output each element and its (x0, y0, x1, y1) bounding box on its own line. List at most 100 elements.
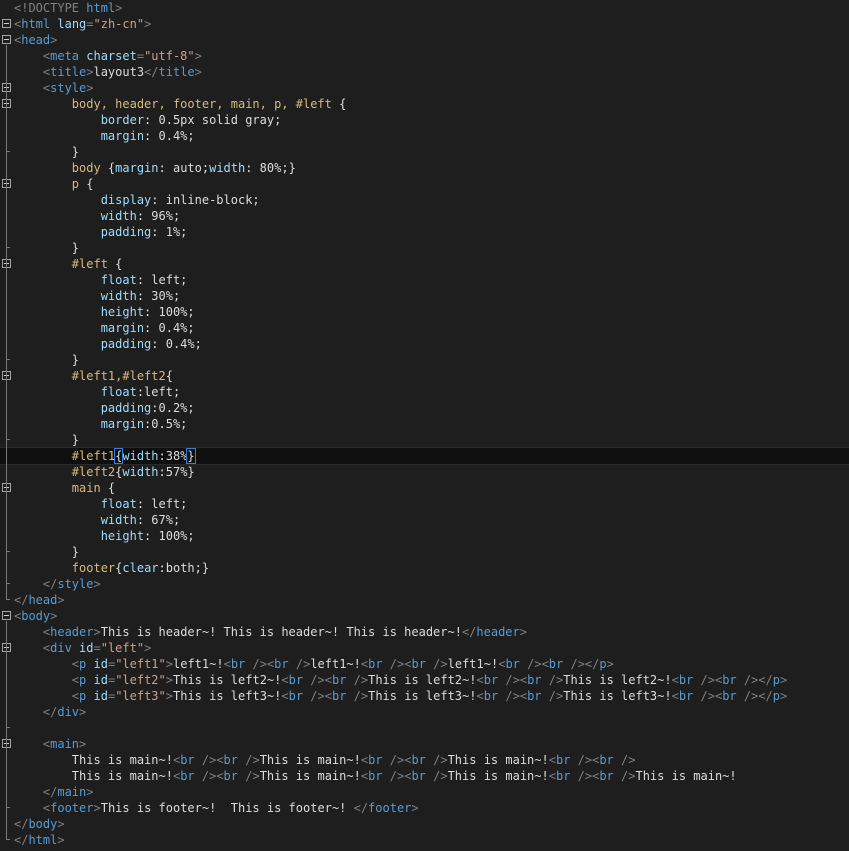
code-line[interactable]: This is main~!<br /><br />This is main~!… (0, 752, 849, 768)
code-line[interactable]: padding: 0.4%; (0, 336, 849, 352)
code-line[interactable]: } (0, 240, 849, 256)
code-token: This is main~! (635, 769, 737, 783)
code-token: This is main~! (447, 753, 549, 767)
code-line[interactable]: #left1,#left2{ (0, 368, 849, 384)
code-line[interactable]: <p id="left1">left1~!<br /><br />left1~!… (0, 656, 849, 672)
code-token: > (57, 817, 65, 831)
code-line[interactable]: <head> (0, 32, 849, 48)
code-token: : 30%; (136, 289, 181, 303)
code-text: </main> (14, 784, 94, 800)
code-line[interactable]: display: inline-block; (0, 192, 849, 208)
code-token: #left1,#left2 (14, 369, 166, 383)
code-line[interactable]: border: 0.5px solid gray; (0, 112, 849, 128)
code-token: :0.2%; (151, 401, 195, 415)
code-token: < (281, 689, 289, 703)
code-text: <header>This is header~! This is header~… (14, 624, 527, 640)
code-text: footer{clear:both;} (14, 560, 209, 576)
code-line[interactable]: <main> (0, 736, 849, 752)
code-token: p (772, 673, 780, 687)
code-line[interactable]: <p id="left2">This is left2~!<br /><br /… (0, 672, 849, 688)
code-line[interactable]: width: 96%; (0, 208, 849, 224)
code-line[interactable]: </html> (0, 832, 849, 848)
code-token: > (79, 737, 87, 751)
code-line[interactable]: #left { (0, 256, 849, 272)
code-token: padding (14, 401, 152, 415)
code-token: /> (288, 657, 311, 671)
code-line[interactable]: padding:0.2%; (0, 400, 849, 416)
code-token: { (107, 481, 116, 495)
code-line[interactable]: <title>layout3</title> (0, 64, 849, 80)
code-text: height: 100%; (14, 304, 195, 320)
code-text: display: inline-block; (14, 192, 260, 208)
code-token: This is left3~! (563, 689, 672, 703)
code-text: border: 0.5px solid gray; (14, 112, 282, 128)
code-line[interactable]: body, header, footer, main, p, #left { (0, 96, 849, 112)
code-line[interactable]: } (0, 432, 849, 448)
code-line[interactable]: <div id="left"> (0, 640, 849, 656)
code-line[interactable]: This is main~!<br /><br />This is main~!… (0, 768, 849, 784)
code-token: br (331, 673, 347, 687)
code-token: < (548, 769, 556, 783)
code-line[interactable]: margin: 0.4%; (0, 320, 849, 336)
code-line[interactable]: float: left; (0, 496, 849, 512)
code-line[interactable]: main { (0, 480, 849, 496)
code-line[interactable]: <p id="left3">This is left3~!<br /><br /… (0, 688, 849, 704)
code-token: /></ (736, 673, 773, 687)
code-line[interactable]: body {margin: auto;width: 80%;} (0, 160, 849, 176)
code-line[interactable]: <footer>This is footer~! This is footer~… (0, 800, 849, 816)
code-line[interactable]: </div> (0, 704, 849, 720)
code-token: > (519, 625, 527, 639)
code-token: />< (382, 657, 412, 671)
code-token: : 80%;} (245, 161, 296, 175)
code-line[interactable]: <header>This is header~! This is header~… (0, 624, 849, 640)
code-line[interactable]: } (0, 352, 849, 368)
code-line[interactable]: </main> (0, 784, 849, 800)
code-line[interactable]: #left2{width:57%} (0, 464, 849, 480)
code-line[interactable]: </head> (0, 592, 849, 608)
code-line[interactable]: float: left; (0, 272, 849, 288)
code-text: p { (14, 176, 94, 192)
code-line[interactable]: <body> (0, 608, 849, 624)
code-line[interactable]: height: 100%; (0, 528, 849, 544)
fold-toggle-icon[interactable] (2, 19, 11, 28)
code-line[interactable]: } (0, 144, 849, 160)
code-token: : 0.4%; (144, 321, 195, 335)
code-text: body {margin: auto;width: 80%;} (14, 160, 296, 176)
fold-guide-line (6, 269, 7, 359)
code-token: title (158, 65, 195, 79)
code-token: This is main~! (14, 769, 173, 783)
code-token: />< (498, 673, 528, 687)
code-line[interactable]: float:left; (0, 384, 849, 400)
code-token: } (14, 353, 80, 367)
code-line[interactable]: height: 100%; (0, 304, 849, 320)
code-line[interactable]: footer{clear:both;} (0, 560, 849, 576)
code-line[interactable]: </body> (0, 816, 849, 832)
fold-toggle-icon[interactable] (2, 611, 11, 620)
code-token: br (274, 657, 289, 671)
code-line[interactable]: </style> (0, 576, 849, 592)
code-line[interactable]: p { (0, 176, 849, 192)
code-token: { (115, 257, 123, 271)
code-line[interactable]: #left1{width:38%} (0, 447, 849, 465)
code-token: /> (541, 673, 564, 687)
code-line[interactable]: margin:0.5%; (0, 416, 849, 432)
code-line[interactable]: margin: 0.4%; (0, 128, 849, 144)
fold-toggle-icon[interactable] (2, 35, 11, 44)
code-token: float (14, 497, 137, 511)
code-line[interactable] (0, 720, 849, 736)
fold-guide-line (6, 109, 7, 151)
code-line[interactable]: <meta charset="utf-8"> (0, 48, 849, 64)
code-line[interactable]: width: 30%; (0, 288, 849, 304)
code-line[interactable]: padding: 1%; (0, 224, 849, 240)
code-token: > (86, 785, 94, 799)
code-editor[interactable]: <!DOCTYPE html> <html lang="zh-cn"> <head>… (0, 0, 849, 851)
code-token: /></ (563, 657, 600, 671)
code-text: #left { (14, 256, 123, 272)
code-line[interactable]: width: 67%; (0, 512, 849, 528)
code-line[interactable]: } (0, 544, 849, 560)
code-text: <head> (14, 32, 57, 48)
code-line[interactable]: <!DOCTYPE html> (0, 0, 849, 16)
code-line[interactable]: <style> (0, 80, 849, 96)
code-line[interactable]: <html lang="zh-cn"> (0, 16, 849, 32)
code-token: main (14, 481, 108, 495)
